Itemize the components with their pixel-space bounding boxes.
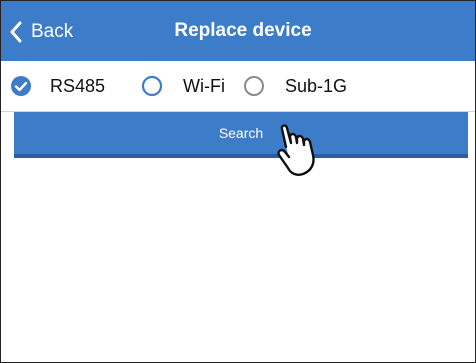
search-button-label: Search <box>218 125 264 141</box>
option-wifi[interactable]: Wi-Fi <box>141 61 225 111</box>
header-bar: Back Replace device <box>1 1 475 61</box>
option-label-sub1g: Sub-1G <box>285 75 348 96</box>
app-screen: Back Replace device RS485 Wi-Fi Sub-1G S… <box>0 0 476 363</box>
radio-unchecked-icon[interactable] <box>141 75 163 97</box>
radio-unchecked-icon[interactable] <box>243 75 265 97</box>
option-label-rs485: RS485 <box>50 75 106 96</box>
search-button[interactable]: Search <box>14 112 468 158</box>
page-title: Replace device <box>174 20 312 41</box>
option-rs485[interactable]: RS485 <box>10 61 105 111</box>
connection-type-options: RS485 Wi-Fi Sub-1G <box>1 61 475 112</box>
option-sub1g[interactable]: Sub-1G <box>243 61 347 111</box>
option-label-wifi: Wi-Fi <box>183 75 225 96</box>
radio-checked-icon[interactable] <box>10 75 32 97</box>
